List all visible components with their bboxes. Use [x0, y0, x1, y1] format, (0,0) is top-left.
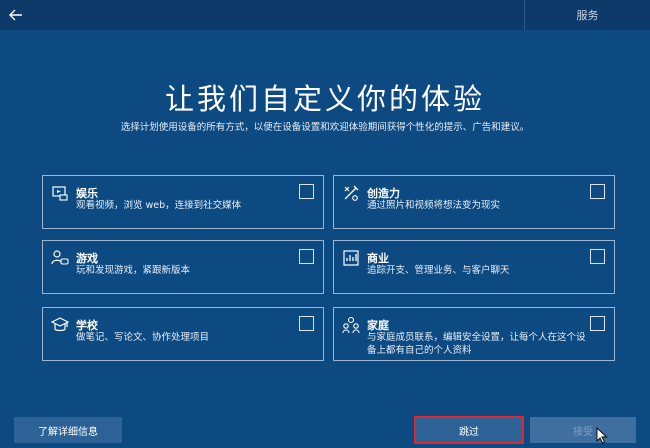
page-title: 让我们自定义你的体验: [164, 82, 485, 116]
mouse-cursor-icon: [596, 427, 608, 444]
business-icon: [343, 250, 359, 266]
option-checkbox[interactable]: [590, 184, 605, 199]
option-card-creativity[interactable]: 创造力 通过照片和视频将想法变为现实: [333, 175, 615, 229]
option-card-entertainment[interactable]: 娱乐 观看视频，浏览 web，连接到社交媒体: [42, 175, 324, 229]
option-checkbox[interactable]: [590, 316, 605, 331]
skip-button[interactable]: 跳过: [414, 416, 524, 444]
option-description: 追踪开支、管理业务、与客户聊天: [367, 265, 510, 276]
arrow-left-icon: [9, 9, 22, 21]
option-card-gaming[interactable]: 游戏 玩和发现游戏，紧跟新版本: [42, 240, 324, 294]
school-icon: [51, 317, 69, 332]
learn-more-button[interactable]: 了解详细信息: [14, 417, 122, 443]
entertainment-icon: [52, 186, 68, 201]
option-description: 观看视频，浏览 web，连接到社交媒体: [76, 200, 242, 211]
option-checkbox[interactable]: [299, 249, 314, 264]
accept-button[interactable]: 接受: [530, 417, 636, 443]
option-card-business[interactable]: 商业 追踪开支、管理业务、与客户聊天: [333, 240, 615, 294]
option-description: 通过照片和视频将想法变为现实: [367, 200, 501, 211]
creativity-icon: [344, 185, 359, 201]
option-card-school[interactable]: 学校 做笔记、写论文、协作处理项目: [42, 307, 324, 361]
family-icon: [342, 316, 360, 334]
gaming-icon: [51, 250, 69, 265]
option-checkbox[interactable]: [299, 184, 314, 199]
option-description: 玩和发现游戏，紧跟新版本: [76, 265, 191, 276]
option-description: 做笔记、写论文、协作处理项目: [76, 332, 210, 343]
option-card-family[interactable]: 家庭 与家庭成员联系，编辑安全设置，让每个人在这个设备上都有自己的个人资料: [333, 307, 615, 361]
back-button[interactable]: [6, 5, 26, 25]
option-description: 与家庭成员联系，编辑安全设置，让每个人在这个设备上都有自己的个人资料: [367, 332, 586, 356]
section-title: 服务: [576, 9, 599, 22]
option-checkbox[interactable]: [299, 316, 314, 331]
page-subtitle: 选择计划使用设备的所有方式，以便在设备设置和欢迎体验期间获得个性化的提示、广告和…: [120, 122, 530, 133]
option-checkbox[interactable]: [590, 249, 605, 264]
top-bar: 服务: [0, 0, 650, 30]
